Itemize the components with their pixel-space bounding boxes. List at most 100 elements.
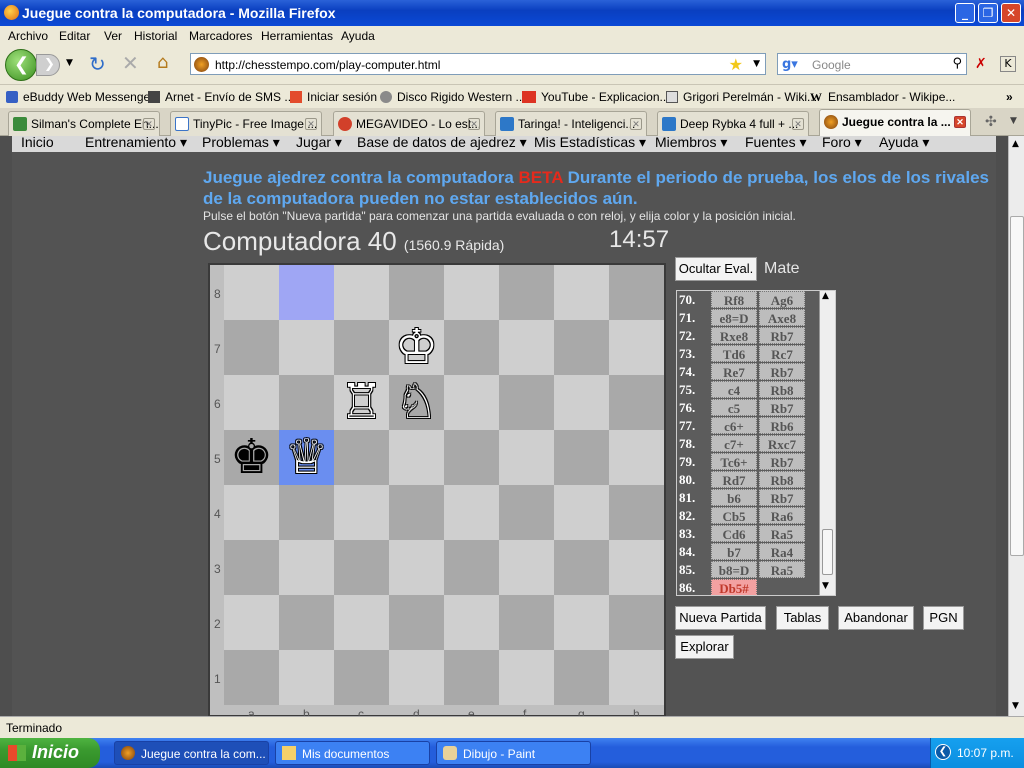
white-move[interactable]: c4 (711, 381, 757, 398)
square-b6[interactable] (279, 375, 334, 430)
square-h5[interactable] (609, 430, 664, 485)
minimize-button[interactable]: _ (955, 3, 975, 23)
white-move[interactable]: Rxe8 (711, 327, 757, 344)
square-e1[interactable] (444, 650, 499, 705)
square-b2[interactable] (279, 595, 334, 650)
white-move[interactable]: b8=D (711, 561, 757, 578)
sitenav-estadisticas[interactable]: Mis Estadísticas ▾ (534, 136, 646, 151)
white-move[interactable]: Db5# (711, 579, 757, 595)
task-paint[interactable]: Dibujo - Paint (436, 741, 591, 765)
bookmark-disco-rigido[interactable]: Disco Rigido Western ... (380, 90, 526, 104)
white-move[interactable]: e8=D (711, 309, 757, 326)
white-move[interactable]: Re7 (711, 363, 757, 380)
square-h6[interactable] (609, 375, 664, 430)
forward-button[interactable]: ❯ (36, 54, 60, 76)
square-f1[interactable] (499, 650, 554, 705)
black-move[interactable]: Ra5 (759, 561, 805, 578)
white-move[interactable]: b7 (711, 543, 757, 560)
square-c7[interactable] (334, 320, 389, 375)
white-rook-icon[interactable]: ♖ (334, 375, 389, 430)
square-e7[interactable] (444, 320, 499, 375)
square-g2[interactable] (554, 595, 609, 650)
square-b4[interactable] (279, 485, 334, 540)
white-move[interactable]: c7+ (711, 435, 757, 452)
square-f7[interactable] (499, 320, 554, 375)
square-g3[interactable] (554, 540, 609, 595)
new-tab-icon[interactable]: ✣ (985, 114, 997, 130)
sitenav-fuentes[interactable]: Fuentes ▾ (745, 136, 807, 151)
square-g7[interactable] (554, 320, 609, 375)
black-move[interactable]: Rc7 (759, 345, 805, 362)
bookmark-ebuddy[interactable]: eBuddy Web Messenger (6, 90, 154, 104)
black-move[interactable]: Rb7 (759, 453, 805, 470)
sitenav-base-datos[interactable]: Base de datos de ajedrez ▾ (357, 136, 527, 151)
black-move[interactable]: Rxc7 (759, 435, 805, 452)
square-g8[interactable] (554, 265, 609, 320)
hide-eval-button[interactable]: Ocultar Eval. (675, 257, 757, 281)
square-g5[interactable] (554, 430, 609, 485)
square-h2[interactable] (609, 595, 664, 650)
addon-icon[interactable]: ✗ (975, 56, 987, 72)
square-b8[interactable] (279, 265, 334, 320)
close-window-button[interactable]: ✕ (1001, 3, 1021, 23)
square-c2[interactable] (334, 595, 389, 650)
square-c4[interactable] (334, 485, 389, 540)
sitenav-entrenamiento[interactable]: Entrenamiento ▾ (85, 136, 187, 151)
black-move[interactable]: Rb7 (759, 327, 805, 344)
square-d8[interactable] (389, 265, 444, 320)
square-c5[interactable] (334, 430, 389, 485)
move-list-scroll-thumb[interactable] (822, 529, 833, 575)
square-e5[interactable] (444, 430, 499, 485)
square-b1[interactable] (279, 650, 334, 705)
tab-list-icon[interactable]: ▼ (1010, 116, 1017, 126)
home-icon[interactable]: ⌂ (157, 52, 168, 73)
black-move[interactable]: Rb7 (759, 399, 805, 416)
black-move[interactable]: Ag6 (759, 291, 805, 308)
extension-k-icon[interactable]: K (1000, 56, 1016, 72)
square-f2[interactable] (499, 595, 554, 650)
black-king-icon[interactable]: ♚ (224, 430, 279, 485)
black-move[interactable]: Rb8 (759, 381, 805, 398)
white-queen-icon[interactable]: ♕ (279, 430, 334, 485)
square-f6[interactable] (499, 375, 554, 430)
menu-editar[interactable]: Editar (59, 29, 90, 43)
new-game-button[interactable]: Nueva Partida (675, 606, 766, 630)
black-move[interactable]: Rb6 (759, 417, 805, 434)
page-scrollbar[interactable]: ▲ ▼ (1008, 136, 1024, 716)
pgn-button[interactable]: PGN (923, 606, 964, 630)
square-b7[interactable] (279, 320, 334, 375)
white-knight-icon[interactable]: ♘ (389, 375, 444, 430)
tab-tinypic[interactable]: TinyPic - Free Image ... ✕ (170, 111, 322, 136)
bookmark-perelman[interactable]: Grigori Perelmán - Wiki... (666, 90, 817, 104)
square-g6[interactable] (554, 375, 609, 430)
url-text[interactable]: http://chesstempo.com/play-computer.html (215, 58, 440, 72)
menu-marcadores[interactable]: Marcadores (189, 29, 252, 43)
white-king-icon[interactable]: ♔ (389, 320, 444, 375)
sitenav-inicio[interactable]: Inicio (21, 136, 54, 150)
bookmark-star-icon[interactable]: ★ (729, 55, 743, 74)
square-d2[interactable] (389, 595, 444, 650)
menu-ver[interactable]: Ver (104, 29, 122, 43)
black-move[interactable]: Rb8 (759, 471, 805, 488)
white-move[interactable]: Td6 (711, 345, 757, 362)
bookmarks-overflow-icon[interactable]: » (1006, 90, 1013, 104)
black-move[interactable]: Ra5 (759, 525, 805, 542)
white-move[interactable]: c6+ (711, 417, 757, 434)
sitenav-ayuda[interactable]: Ayuda ▾ (879, 136, 929, 151)
tab-close-icon[interactable]: ✕ (792, 118, 804, 130)
square-c1[interactable] (334, 650, 389, 705)
search-magnifier-icon[interactable]: ⚲ (952, 56, 962, 71)
resign-button[interactable]: Abandonar (838, 606, 914, 630)
back-button[interactable]: ❮ (5, 49, 37, 81)
task-firefox[interactable]: Juegue contra la com... (114, 741, 269, 765)
square-e6[interactable] (444, 375, 499, 430)
white-move[interactable]: b6 (711, 489, 757, 506)
bookmark-arnet[interactable]: Arnet - Envío de SMS ... (148, 90, 294, 104)
white-move[interactable]: Tc6+ (711, 453, 757, 470)
square-e3[interactable] (444, 540, 499, 595)
tab-close-icon[interactable]: ✕ (468, 118, 480, 130)
square-a6[interactable] (224, 375, 279, 430)
square-d4[interactable] (389, 485, 444, 540)
menu-archivo[interactable]: Archivo (8, 29, 48, 43)
page-scroll-thumb[interactable] (1010, 216, 1024, 556)
